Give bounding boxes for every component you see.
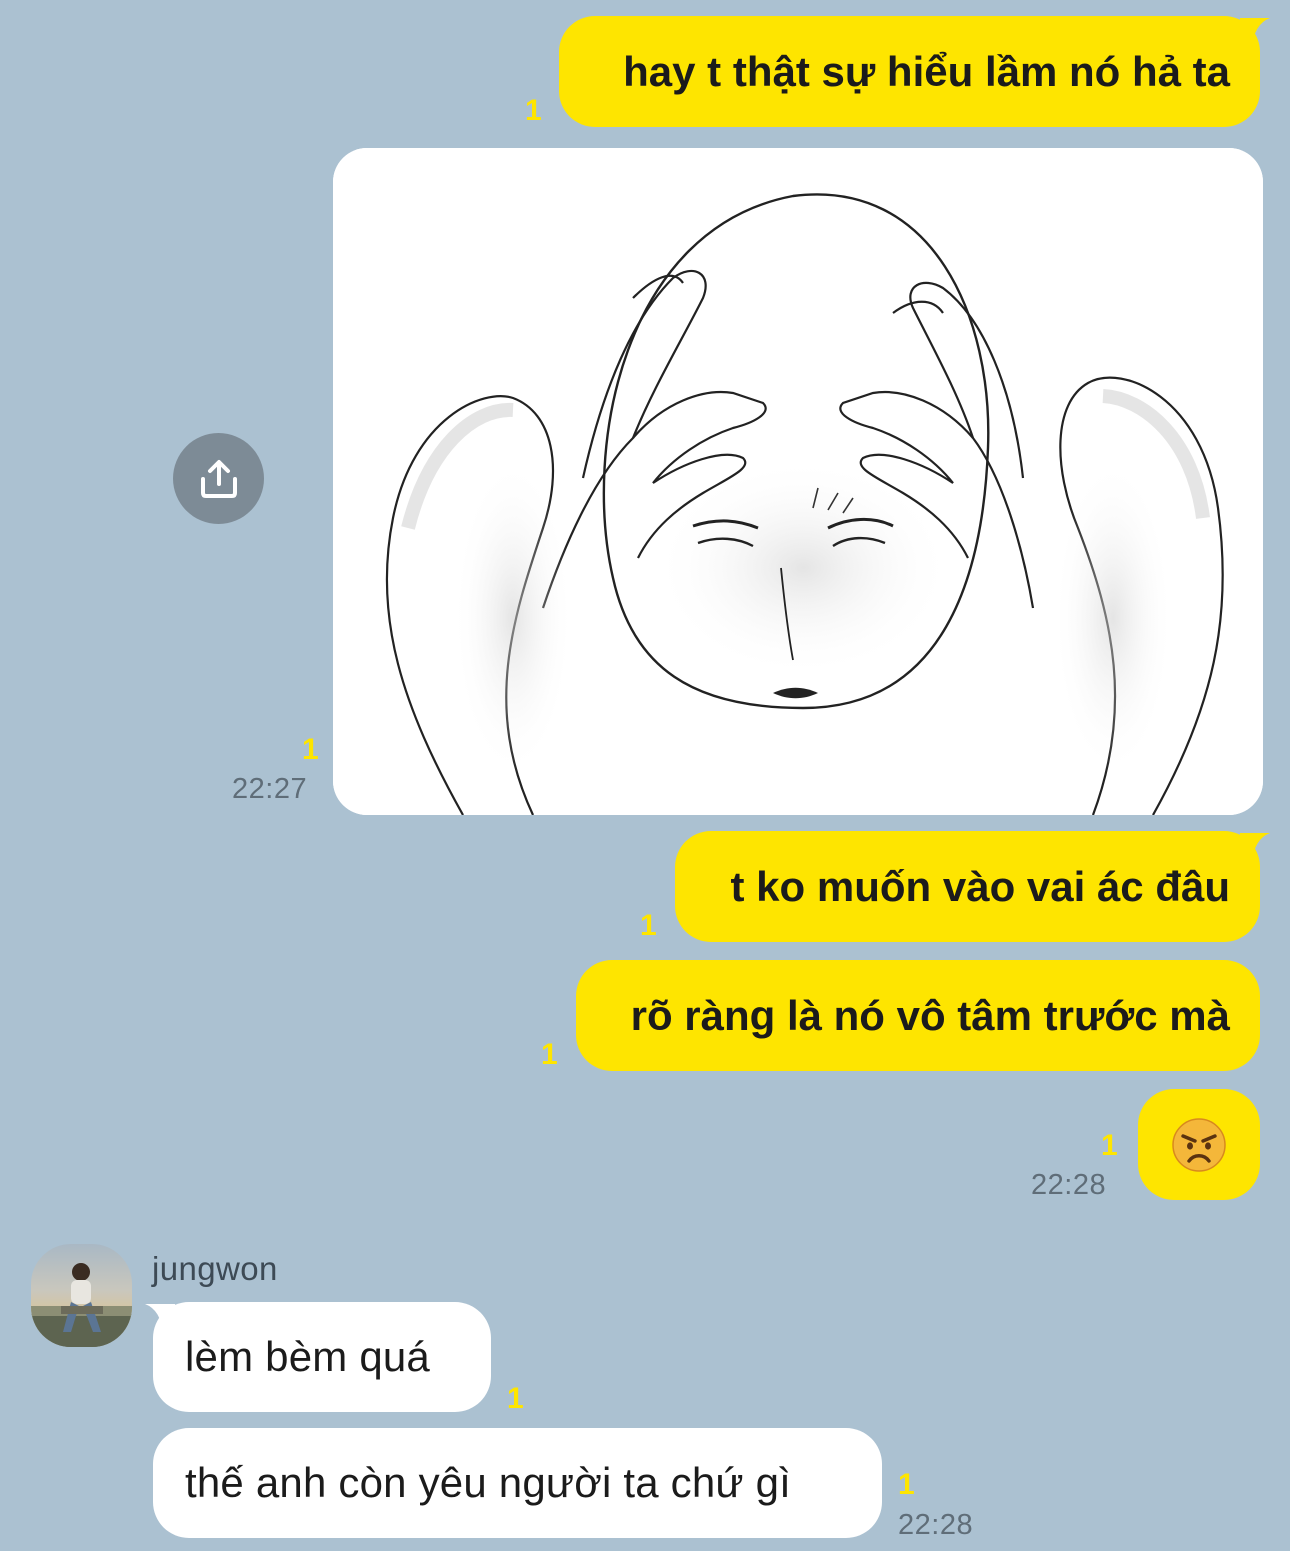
message-time: 22:28: [898, 1509, 974, 1541]
unread-count: 1: [1101, 1129, 1118, 1162]
avatar[interactable]: [31, 1244, 132, 1347]
share-button[interactable]: [173, 433, 264, 524]
message-time: 22:28: [1031, 1169, 1107, 1201]
outgoing-message-bubble[interactable]: hay t thật sự hiểu lầm nó hả ta: [559, 16, 1260, 127]
sender-name: jungwon: [152, 1250, 278, 1287]
image-message[interactable]: [333, 148, 1263, 815]
outgoing-message-bubble[interactable]: rõ ràng là nó vô tâm trước mà: [576, 960, 1260, 1071]
unread-count: 1: [302, 733, 319, 766]
incoming-message-bubble[interactable]: lèm bèm quá: [153, 1302, 491, 1412]
message-text: hay t thật sự hiểu lầm nó hả ta: [623, 47, 1230, 95]
share-upload-icon: [200, 459, 237, 498]
sketch-illustration: [333, 148, 1263, 815]
bubble-tail: [1240, 18, 1270, 48]
unread-count: 1: [525, 94, 542, 127]
outgoing-message-bubble[interactable]: [1138, 1089, 1260, 1200]
profile-photo: [31, 1263, 132, 1347]
unread-count: 1: [541, 1038, 558, 1071]
outgoing-message-bubble[interactable]: t ko muốn vào vai ác đâu: [675, 831, 1260, 942]
bubble-tail: [1240, 833, 1270, 863]
unread-count: 1: [898, 1468, 915, 1501]
message-text: t ko muốn vào vai ác đâu: [730, 862, 1230, 910]
unread-count: 1: [507, 1382, 524, 1415]
message-time: 22:27: [232, 773, 308, 805]
message-text: thế anh còn yêu người ta chứ gì: [185, 1459, 792, 1506]
angry-face-emoji: [1172, 1117, 1226, 1172]
message-text: lèm bèm quá: [185, 1333, 430, 1380]
incoming-message-bubble[interactable]: thế anh còn yêu người ta chứ gì: [153, 1428, 882, 1538]
message-text: rõ ràng là nó vô tâm trước mà: [630, 991, 1230, 1039]
unread-count: 1: [640, 909, 657, 942]
